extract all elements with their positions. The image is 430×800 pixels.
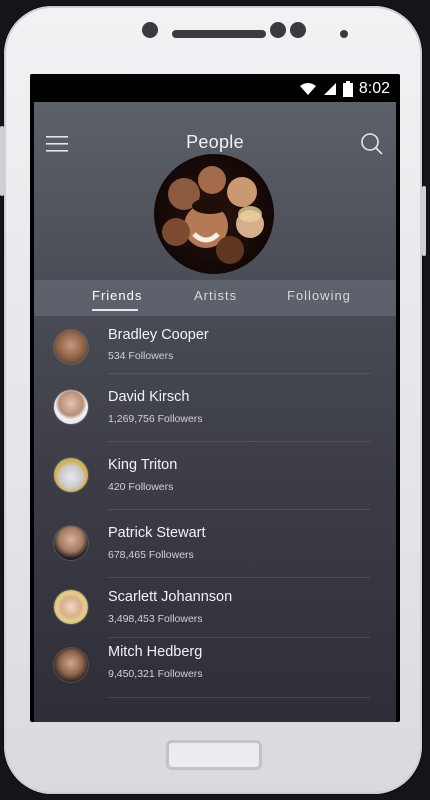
follower-count: 1,269,756 Followers: [108, 413, 203, 425]
battery-icon: [342, 81, 353, 97]
person-name: King Triton: [108, 457, 178, 473]
people-screen: People Friends Artists Following Bradley…: [34, 102, 396, 722]
follower-count: 3,498,453 Followers: [108, 613, 203, 625]
home-button[interactable]: [166, 740, 262, 770]
tab-friends[interactable]: Friends: [92, 288, 142, 303]
list-item[interactable]: Mitch Hedberg 9,450,321 Followers: [34, 638, 396, 698]
wifi-icon: [299, 83, 316, 95]
person-name: Mitch Hedberg: [108, 644, 203, 660]
sensor-dot-2: [290, 22, 306, 38]
avatar: [54, 458, 88, 492]
status-bar: 8:02: [30, 74, 400, 102]
divider: [108, 697, 370, 698]
front-camera: [142, 22, 158, 38]
status-time: 8:02: [358, 80, 390, 97]
person-name: David Kirsch: [108, 389, 190, 405]
person-name: Patrick Stewart: [108, 525, 206, 541]
group-photo-avatar: [154, 154, 274, 274]
avatar: [54, 590, 88, 624]
screen: 8:02 People Friends Artists Following Br…: [30, 74, 400, 722]
person-name: Bradley Cooper: [108, 327, 209, 343]
list-item[interactable]: Scarlett Johannson 3,498,453 Followers: [34, 578, 396, 638]
person-name: Scarlett Johannson: [108, 589, 233, 605]
avatar: [54, 390, 88, 424]
earpiece-speaker: [172, 30, 266, 38]
follower-count: 678,465 Followers: [108, 549, 194, 561]
signal-icon: [323, 83, 336, 95]
sensor-dot-1: [270, 22, 286, 38]
side-button-right: [422, 186, 426, 256]
list-item[interactable]: Patrick Stewart 678,465 Followers: [34, 510, 396, 578]
search-icon[interactable]: [360, 132, 384, 156]
list-item[interactable]: King Triton 420 Followers: [34, 442, 396, 510]
list-item[interactable]: Bradley Cooper 534 Followers: [34, 316, 396, 374]
tab-bar: Friends Artists Following: [34, 280, 396, 316]
list-item[interactable]: David Kirsch 1,269,756 Followers: [34, 374, 396, 442]
avatar: [54, 330, 88, 364]
page-title: People: [186, 132, 244, 152]
follower-count: 9,450,321 Followers: [108, 668, 203, 680]
tab-following[interactable]: Following: [287, 288, 351, 303]
follower-count: 534 Followers: [108, 350, 174, 362]
avatar: [54, 648, 88, 682]
follower-count: 420 Followers: [108, 481, 174, 493]
tab-artists[interactable]: Artists: [194, 288, 237, 303]
side-button-left: [0, 126, 4, 196]
avatar: [54, 526, 88, 560]
sensor-dot-3: [340, 30, 348, 38]
active-tab-indicator: [92, 309, 138, 311]
